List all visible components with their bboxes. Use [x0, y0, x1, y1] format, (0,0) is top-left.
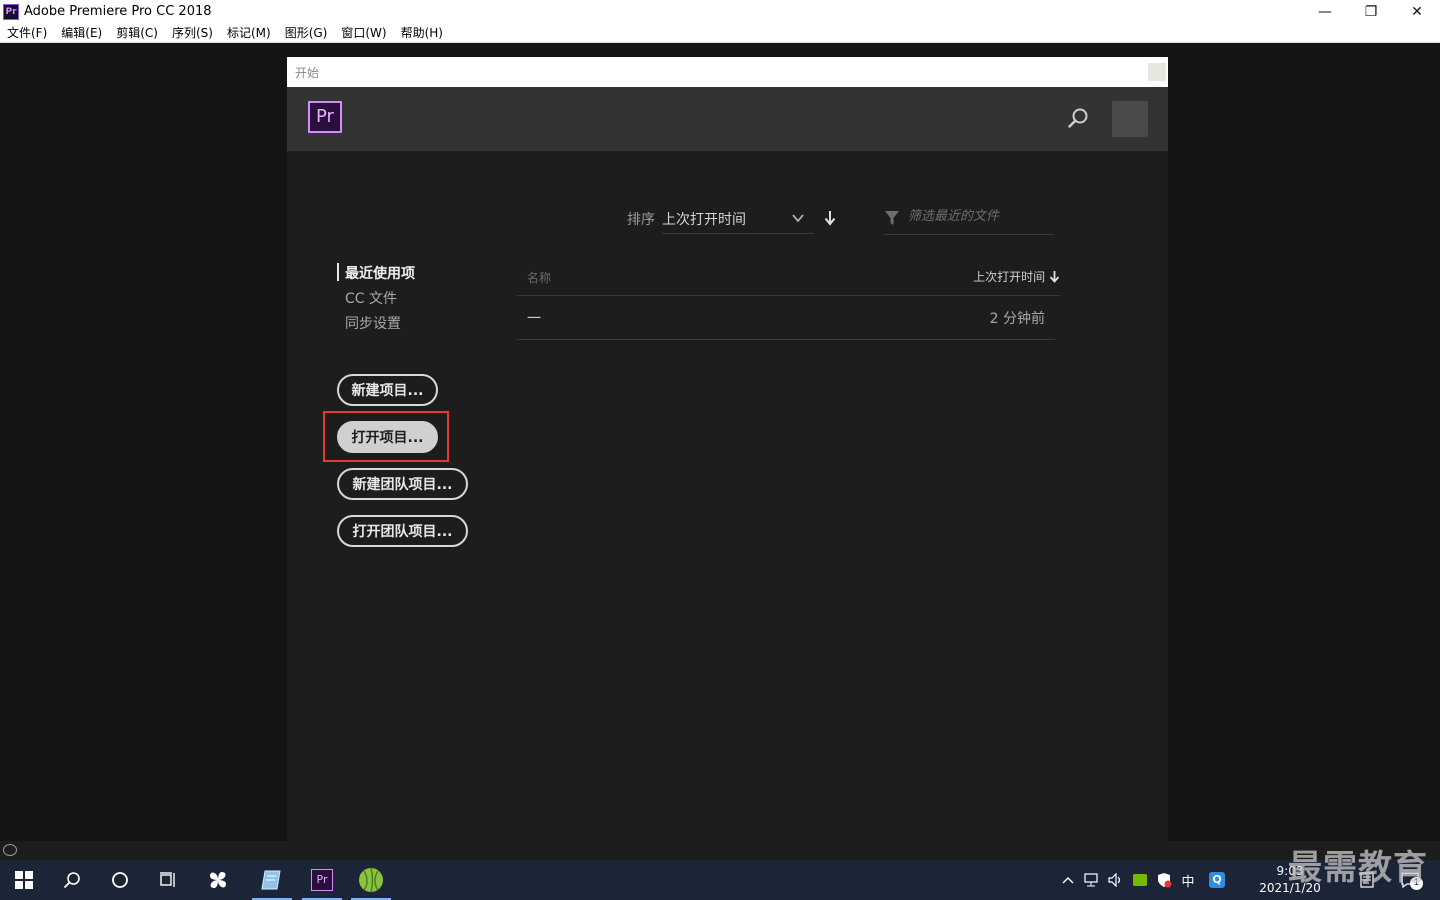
task-view-button[interactable] [144, 860, 192, 900]
nav-recent[interactable]: 最近使用项 [345, 263, 415, 283]
menu-clip[interactable]: 剪辑(C) [109, 24, 165, 41]
cortana-circle-icon [112, 872, 128, 888]
taskbar: Pr 中 Q 9:03 2021/1/20 1 [0, 860, 1440, 900]
file-list-header: 名称 上次打开时间 [517, 268, 1060, 296]
ime-indicator[interactable]: 中 [1178, 870, 1198, 890]
volume-icon[interactable] [1106, 870, 1126, 890]
close-button[interactable]: ✕ [1394, 0, 1440, 23]
sort-dropdown-value: 上次打开时间 [662, 212, 746, 228]
pinwheel-icon [210, 872, 226, 888]
nav-cc-files[interactable]: CC 文件 [345, 288, 397, 308]
qq-browser-icon[interactable]: Q [1206, 870, 1228, 890]
search-icon [63, 872, 80, 889]
task-view-icon [160, 872, 175, 887]
security-shield-icon[interactable] [1154, 870, 1174, 890]
file-name: 一 [527, 311, 541, 327]
window-title-bar: Pr Adobe Premiere Pro CC 2018 — ❐ ✕ [0, 0, 1440, 23]
restore-button[interactable]: ❐ [1348, 0, 1394, 23]
watermark-logo: 最需教育 [1288, 848, 1428, 888]
menu-file[interactable]: 文件(F) [0, 24, 54, 41]
premiere-app-icon: Pr [3, 3, 19, 20]
cortana-button[interactable] [96, 860, 144, 900]
minimize-button[interactable]: — [1302, 0, 1348, 23]
chevron-down-icon[interactable] [791, 211, 805, 225]
taskbar-app-pinwheel[interactable] [194, 860, 242, 900]
menu-graphics[interactable]: 图形(G) [278, 24, 335, 41]
start-dialog: 开始 Pr 排序 上次打开时间 最近使用项 CC 文件 同步设置 新建项目...… [287, 57, 1168, 860]
taskbar-app-melon[interactable] [347, 860, 395, 900]
open-team-project-button[interactable]: 打开团队项目... [337, 515, 468, 547]
menu-sequence[interactable]: 序列(S) [165, 24, 220, 41]
dialog-close-button[interactable] [1148, 63, 1166, 81]
dialog-title: 开始 [295, 65, 320, 80]
filter-icon [885, 211, 899, 225]
network-icon[interactable] [1082, 870, 1102, 890]
table-row[interactable]: 一 2 分钟前 [517, 296, 1055, 340]
sort-direction-arrow-icon[interactable] [823, 210, 837, 226]
green-ball-icon [359, 867, 383, 893]
column-last-opened-label: 上次打开时间 [973, 270, 1046, 284]
premiere-logo: Pr [308, 101, 342, 133]
menu-help[interactable]: 帮助(H) [394, 24, 450, 41]
taskbar-app-notepad[interactable] [248, 860, 296, 900]
menu-edit[interactable]: 编辑(E) [54, 24, 109, 41]
search-icon[interactable] [1067, 107, 1089, 129]
nvidia-icon[interactable] [1130, 870, 1150, 890]
menu-window[interactable]: 窗口(W) [334, 24, 393, 41]
notepad-icon [261, 870, 281, 890]
dialog-title-bar: 开始 [287, 57, 1168, 87]
user-avatar[interactable] [1112, 101, 1148, 137]
menu-marker[interactable]: 标记(M) [220, 24, 278, 41]
open-project-button[interactable]: 打开项目... [337, 421, 438, 453]
nav-active-indicator [337, 263, 339, 281]
dialog-header: Pr [287, 87, 1168, 151]
sort-label: 排序 [627, 212, 655, 228]
start-button[interactable] [0, 860, 48, 900]
nav-sync-settings[interactable]: 同步设置 [345, 313, 401, 333]
premiere-taskbar-icon: Pr [311, 869, 333, 891]
taskbar-app-premiere[interactable]: Pr [298, 860, 346, 900]
windows-logo-icon [15, 871, 33, 889]
tray-overflow-chevron-icon[interactable] [1058, 870, 1078, 890]
sort-arrow-down-icon [1049, 271, 1060, 283]
column-last-opened-header[interactable]: 上次打开时间 [973, 268, 1060, 285]
menu-bar: 文件(F) 编辑(E) 剪辑(C) 序列(S) 标记(M) 图形(G) 窗口(W… [0, 23, 1440, 43]
taskbar-search-button[interactable] [48, 860, 96, 900]
new-team-project-button[interactable]: 新建团队项目... [337, 468, 468, 500]
window-title: Adobe Premiere Pro CC 2018 [24, 4, 212, 19]
file-last-opened: 2 分钟前 [989, 311, 1045, 327]
column-name-header[interactable]: 名称 [527, 269, 551, 286]
filter-recent-files-input[interactable] [908, 209, 1048, 224]
filter-box [884, 207, 1054, 235]
creative-cloud-icon[interactable] [3, 844, 17, 856]
new-project-button[interactable]: 新建项目... [337, 374, 438, 406]
